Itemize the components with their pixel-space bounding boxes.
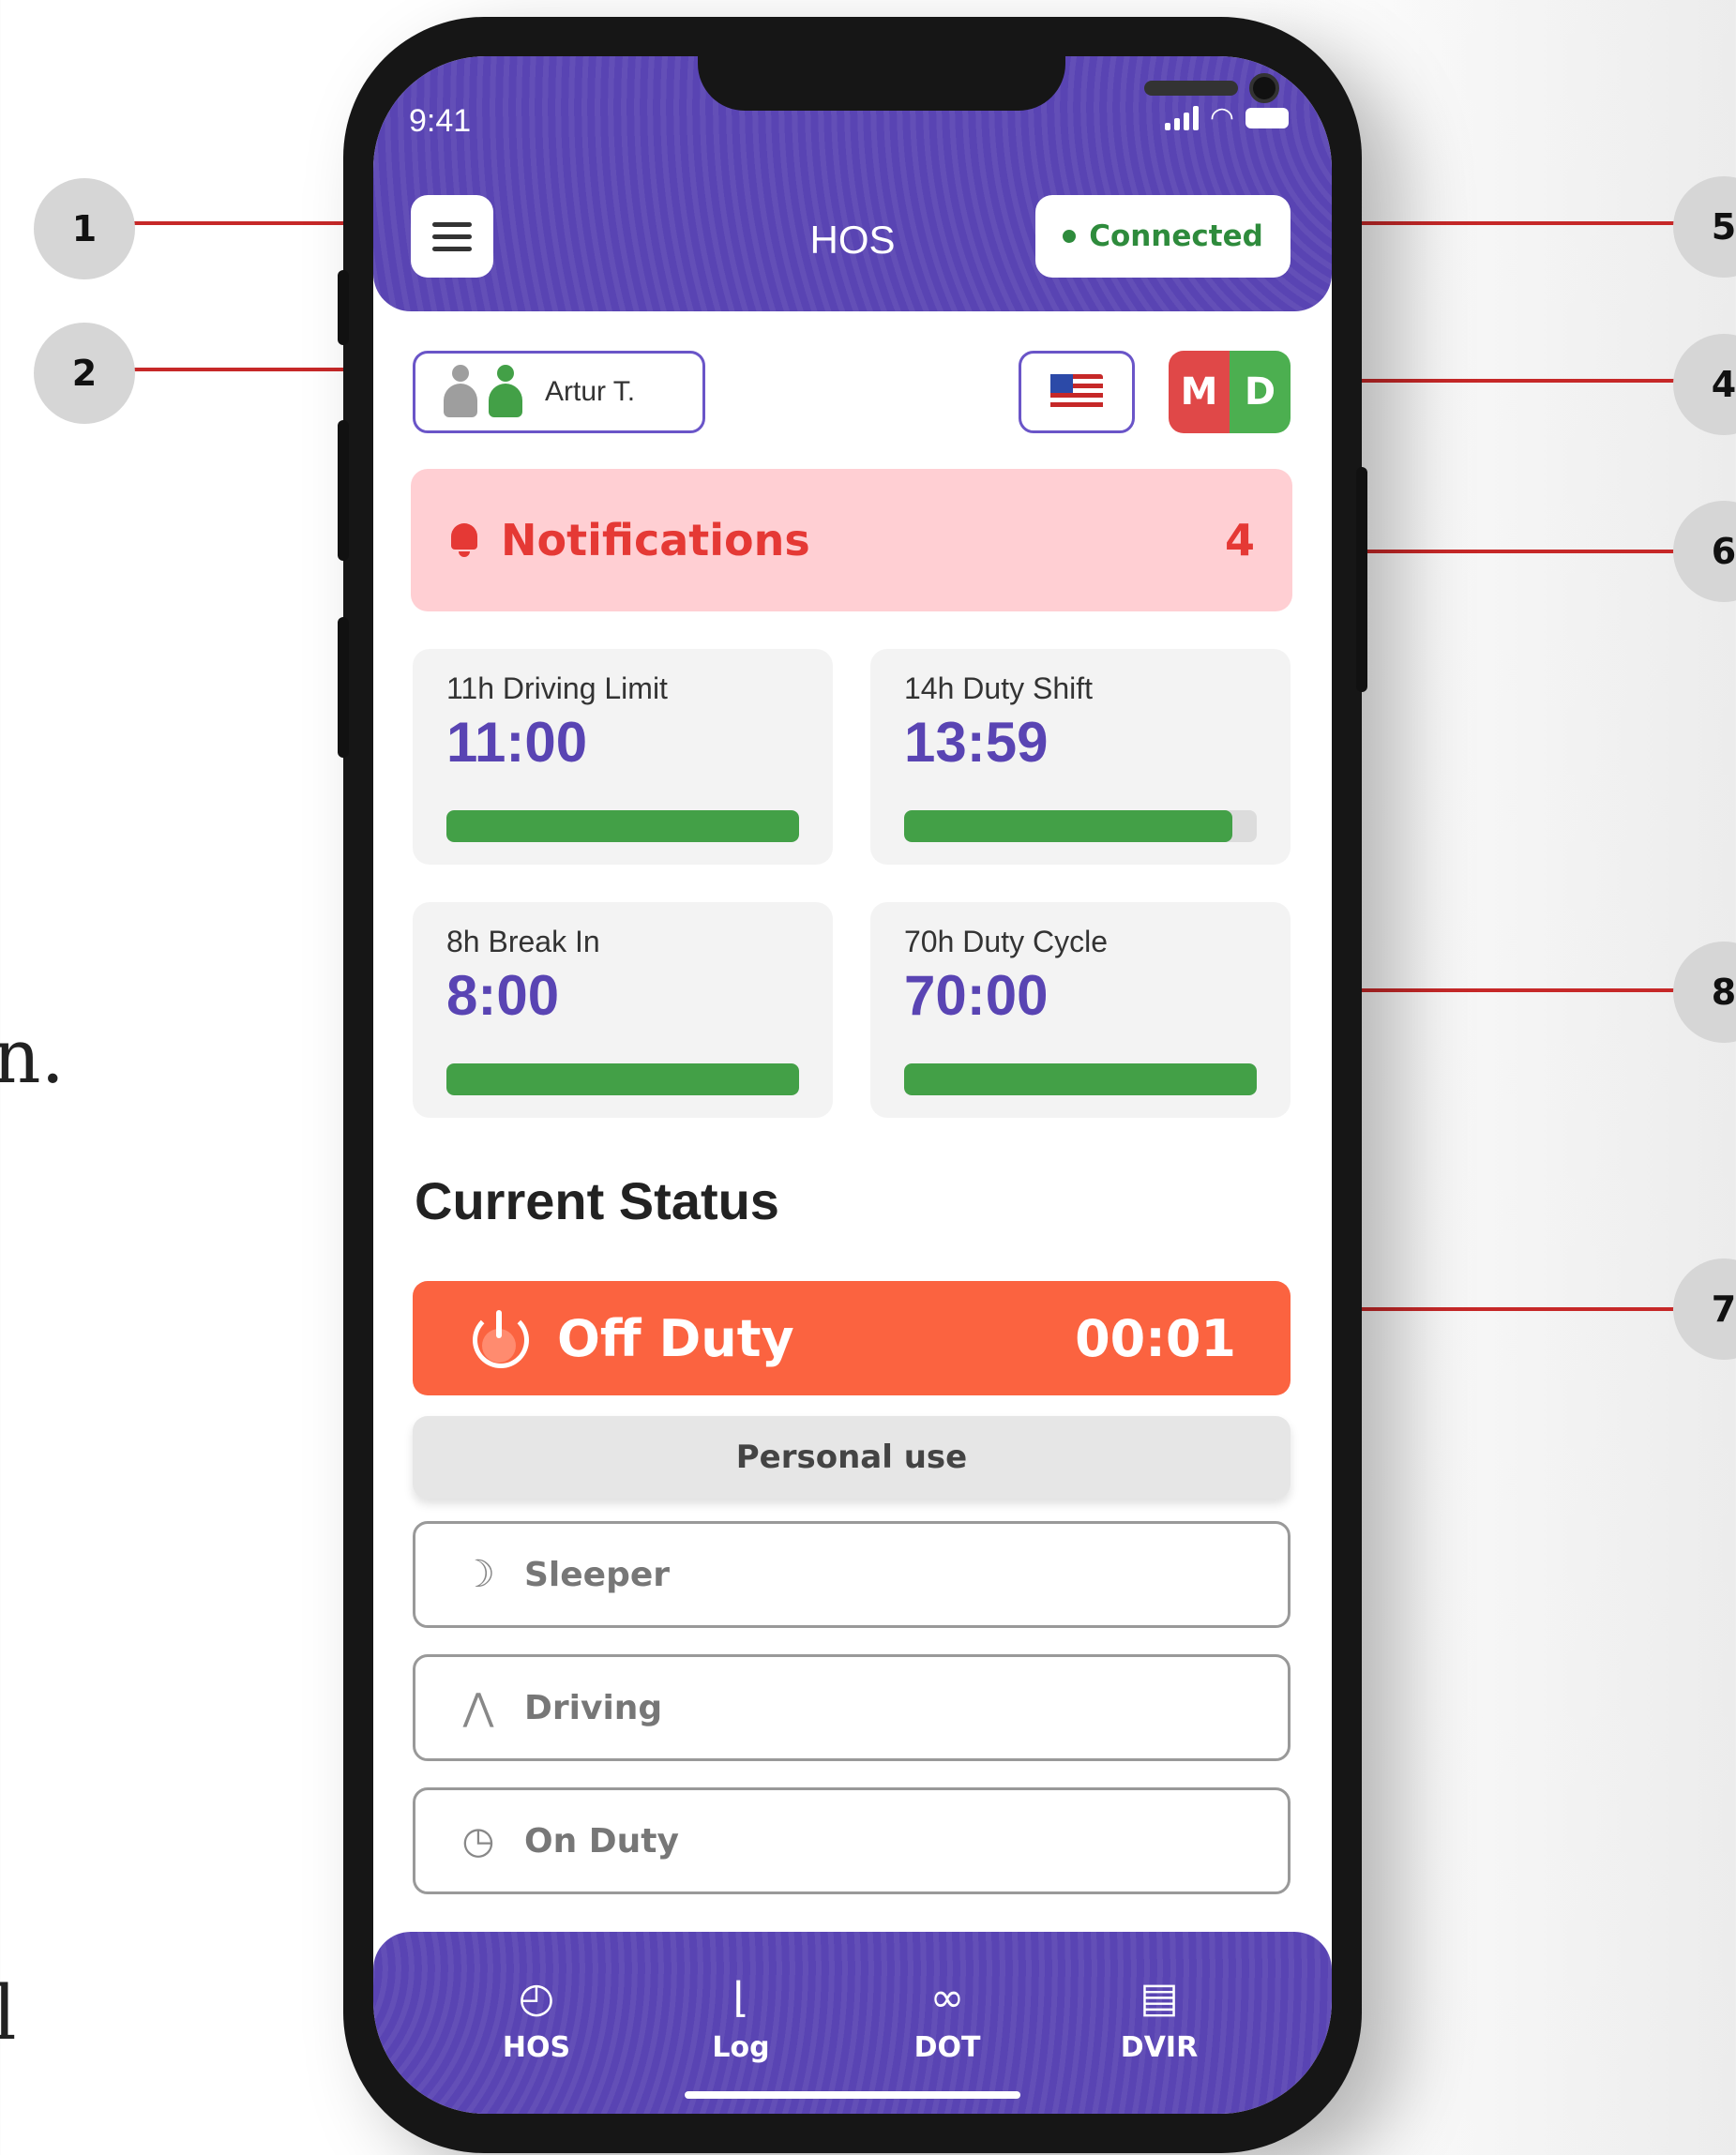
callout-line	[1322, 550, 1675, 553]
connection-status-button[interactable]: Connected	[1035, 195, 1291, 278]
timer-progress-track	[904, 810, 1257, 842]
timer-label: 8h Break In	[446, 925, 600, 958]
bell-icon	[448, 523, 480, 557]
timer-label: 14h Duty Shift	[904, 671, 1093, 705]
mute-switch	[338, 270, 349, 345]
page-text-fragment: l	[0, 1969, 17, 2057]
bottom-navigation: ◴ HOS ⌊ Log ∞ DOT ▤ DVIR	[373, 1932, 1332, 2114]
callout-line	[1322, 221, 1675, 225]
callout-4: 4	[1673, 334, 1736, 435]
us-flag-icon	[1050, 374, 1103, 410]
glasses-icon: ∞	[929, 1973, 965, 2022]
timer-progress-track	[446, 1063, 799, 1095]
signal-icon	[1164, 105, 1199, 130]
current-status-heading: Current Status	[415, 1171, 779, 1230]
wifi-icon: ◠	[1209, 101, 1234, 134]
on-duty-status-button[interactable]: ◷ On Duty	[413, 1787, 1291, 1894]
timer-value: 70:00	[904, 964, 1049, 1027]
nav-label: DVIR	[1120, 2031, 1199, 2064]
alarm-clock-icon: ◷	[461, 1819, 495, 1862]
timer-card-duty-cycle: 70h Duty Cycle 70:00	[870, 902, 1291, 1118]
page-text-fragment: n.	[0, 1013, 65, 1100]
volume-up-button	[338, 420, 349, 561]
timer-progress-fill	[446, 1063, 799, 1095]
off-duty-status-button[interactable]: Off Duty 00:01	[413, 1281, 1291, 1395]
volume-down-button	[338, 617, 349, 758]
driver-switch-button[interactable]: Artur T.	[413, 351, 705, 433]
nav-dot[interactable]: ∞ DOT	[891, 1969, 1004, 2065]
callout-1: 1	[34, 178, 135, 279]
document-icon: ▤	[1140, 1973, 1179, 2022]
timer-progress-fill	[446, 810, 799, 842]
timer-progress-track	[446, 810, 799, 842]
status-option-label: Sleeper	[524, 1555, 671, 1594]
callout-line	[1334, 988, 1675, 992]
clock-icon: ◴	[518, 1973, 555, 2022]
timer-progress-fill	[904, 1063, 1257, 1095]
mode-manual[interactable]: M	[1169, 351, 1230, 433]
timer-progress-track	[904, 1063, 1257, 1095]
timer-value: 11:00	[446, 711, 588, 774]
callout-6: 6	[1673, 501, 1736, 602]
sleeper-status-button[interactable]: ☽ Sleeper	[413, 1521, 1291, 1628]
driver-name: Artur T.	[545, 376, 636, 407]
speaker	[1144, 81, 1238, 96]
personal-use-button[interactable]: Personal use	[413, 1416, 1291, 1499]
nav-hos[interactable]: ◴ HOS	[480, 1969, 593, 2065]
chart-icon: ⌊	[732, 1973, 749, 2022]
moon-icon: ☽	[461, 1553, 495, 1596]
mode-toggle[interactable]: M D	[1169, 351, 1291, 433]
power-button	[1356, 467, 1367, 692]
callout-line	[1322, 1307, 1675, 1311]
callout-line	[1309, 379, 1675, 383]
power-icon	[473, 1310, 529, 1368]
driver-wheel-icon	[487, 365, 524, 419]
notifications-count: 4	[1224, 515, 1255, 565]
timer-card-break: 8h Break In 8:00	[413, 902, 833, 1118]
camera	[1249, 73, 1279, 103]
status-bar-time: 9:41	[409, 103, 472, 139]
status-option-label: On Duty	[524, 1821, 679, 1861]
callout-2: 2	[34, 323, 135, 424]
active-status-label: Off Duty	[557, 1308, 794, 1368]
app-screen: 9:41 ◠ HOS Connected Artur T. M D Notifi…	[373, 56, 1332, 2114]
active-status-timer: 00:01	[1075, 1308, 1236, 1368]
nav-label: HOS	[502, 2031, 571, 2064]
callout-8: 8	[1673, 942, 1736, 1043]
timer-card-driving: 11h Driving Limit 11:00	[413, 649, 833, 865]
timer-progress-fill	[904, 810, 1232, 842]
timer-value: 13:59	[904, 711, 1049, 774]
nav-label: Log	[712, 2031, 770, 2064]
status-bar-icons: ◠	[1164, 101, 1289, 134]
status-option-label: Driving	[524, 1688, 663, 1727]
timer-label: 11h Driving Limit	[446, 671, 668, 705]
callout-5: 5	[1673, 176, 1736, 278]
co-driver-icon	[442, 365, 479, 419]
nav-label: DOT	[913, 2031, 981, 2064]
nav-log[interactable]: ⌊ Log	[685, 1969, 797, 2065]
notifications-label: Notifications	[501, 515, 810, 565]
country-flag-button[interactable]	[1019, 351, 1135, 433]
mode-driving[interactable]: D	[1230, 351, 1291, 433]
driving-status-button[interactable]: ⋀ Driving	[413, 1654, 1291, 1761]
connected-dot-icon	[1063, 230, 1077, 243]
road-icon: ⋀	[462, 1686, 494, 1729]
timer-card-duty-shift: 14h Duty Shift 13:59	[870, 649, 1291, 865]
timer-value: 8:00	[446, 964, 560, 1027]
callout-7: 7	[1673, 1258, 1736, 1360]
connection-status-label: Connected	[1089, 219, 1263, 253]
phone-frame: 9:41 ◠ HOS Connected Artur T. M D Notifi…	[338, 17, 1367, 2153]
timer-label: 70h Duty Cycle	[904, 925, 1108, 958]
notch	[698, 56, 1279, 111]
nav-dvir[interactable]: ▤ DVIR	[1103, 1969, 1215, 2065]
home-indicator	[685, 2091, 1020, 2099]
notifications-banner[interactable]: Notifications 4	[411, 469, 1292, 611]
battery-icon	[1245, 107, 1289, 128]
